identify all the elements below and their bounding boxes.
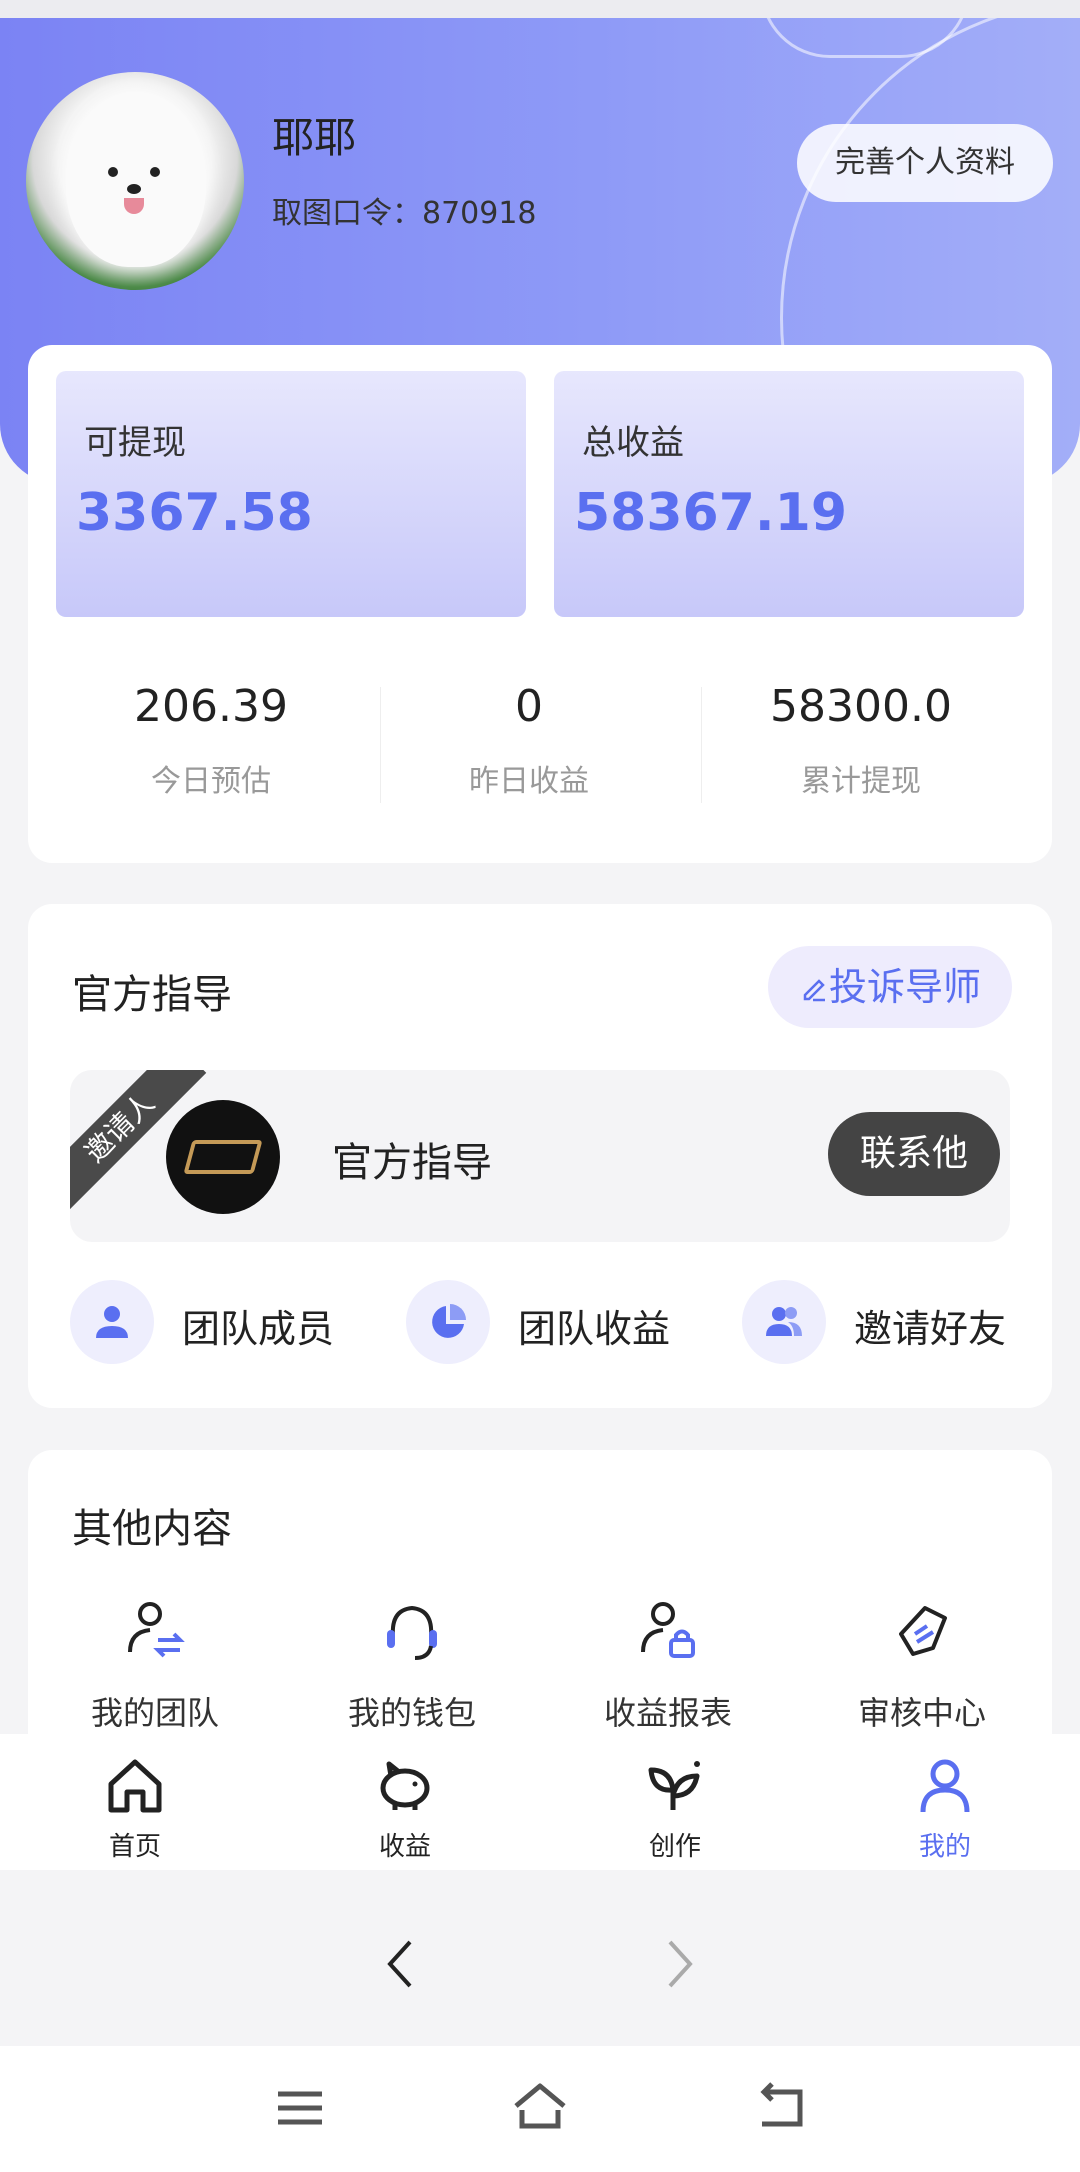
avatar[interactable] — [26, 72, 244, 290]
pie-chart-icon — [406, 1280, 490, 1364]
tab-home[interactable]: 首页 — [65, 1754, 205, 1863]
team-item-label: 团队成员 — [182, 1307, 335, 1351]
mentor-avatar — [166, 1100, 280, 1214]
status-strip — [0, 0, 1080, 18]
browser-navigation — [0, 1870, 1080, 2046]
headset-icon — [387, 1605, 437, 1660]
other-content-card: 其他内容 我的团队 我的钱包 收益报表 审核中心 — [28, 1450, 1052, 1780]
stat-yesterday-earnings: 0 昨日收益 — [369, 681, 689, 800]
sprout-icon — [648, 1761, 700, 1810]
earnings-report-item[interactable]: 收益报表 — [568, 1596, 768, 1734]
piggy-bank-icon — [380, 1761, 430, 1810]
withdrawable-value: 3367.58 — [76, 483, 313, 543]
total-earnings-box[interactable]: 总收益 58367.19 — [554, 371, 1024, 617]
review-center-item[interactable]: 审核中心 — [822, 1596, 1022, 1734]
back-icon[interactable] — [380, 1936, 420, 1992]
bottom-tab-bar: 首页 收益 创作 我的 — [0, 1734, 1080, 1870]
user-lock-icon — [641, 1602, 695, 1658]
user-icon — [920, 1759, 970, 1813]
tab-label: 收益 — [378, 1832, 431, 1862]
contact-mentor-button[interactable]: 联系他 — [828, 1112, 1000, 1196]
team-transfer-icon — [128, 1602, 185, 1658]
total-earnings-label: 总收益 — [582, 423, 684, 463]
mentor-logo-icon — [183, 1140, 263, 1174]
home-nav-icon[interactable] — [510, 2080, 570, 2132]
section-title: 其他内容 — [72, 1506, 232, 1552]
stat-total-withdrawn: 58300.0 累计提现 — [701, 681, 1021, 800]
team-item-label: 邀请好友 — [854, 1307, 1007, 1351]
tab-mine[interactable]: 我的 — [875, 1754, 1015, 1863]
stat-value: 206.39 — [134, 681, 288, 732]
my-wallet-item[interactable]: 我的钱包 — [312, 1596, 512, 1734]
stat-label: 今日预估 — [151, 764, 271, 799]
stat-value: 0 — [515, 681, 543, 732]
stat-today-estimate: 206.39 今日预估 — [51, 681, 371, 800]
mentor-row: 邀请人 官方指导 联系他 — [70, 1070, 1010, 1242]
section-title: 官方指导 — [72, 972, 232, 1018]
complete-profile-button[interactable]: 完善个人资料 — [797, 124, 1053, 202]
app-screen: 耶耶 取图口令：870918 完善个人资料 可提现 3367.58 总收益 58… — [0, 0, 1080, 2172]
tab-label: 创作 — [648, 1832, 701, 1862]
user-name: 耶耶 — [272, 113, 357, 162]
menu-icon[interactable] — [272, 2086, 328, 2130]
edit-icon — [803, 979, 825, 1002]
pickup-code: 取图口令：870918 — [272, 196, 537, 231]
guidance-card: 官方指导 投诉导师 邀请人 官方指导 联系他 团队成员 团队收益 邀请好友 — [28, 904, 1052, 1408]
withdrawable-box[interactable]: 可提现 3367.58 — [56, 371, 526, 617]
earnings-card: 可提现 3367.58 总收益 58367.19 206.39 今日预估 0 昨… — [28, 345, 1052, 863]
tab-earnings[interactable]: 收益 — [335, 1754, 475, 1863]
tab-create[interactable]: 创作 — [605, 1754, 745, 1863]
complain-label: 投诉导师 — [828, 965, 981, 1009]
complain-mentor-button[interactable]: 投诉导师 — [768, 946, 1012, 1028]
system-navigation-bar — [0, 2046, 1080, 2172]
total-earnings-value: 58367.19 — [574, 483, 848, 543]
people-icon — [742, 1280, 826, 1364]
back-nav-icon[interactable] — [752, 2082, 808, 2132]
tag-icon — [899, 1606, 947, 1656]
stat-label: 昨日收益 — [469, 764, 589, 799]
home-icon — [108, 1759, 162, 1813]
mentor-name: 官方指导 — [332, 1140, 492, 1186]
grid-item-label: 审核中心 — [857, 1694, 986, 1732]
my-team-item[interactable]: 我的团队 — [55, 1596, 255, 1734]
person-icon — [70, 1280, 154, 1364]
team-item-label: 团队收益 — [518, 1307, 671, 1351]
grid-item-label: 我的团队 — [90, 1694, 219, 1732]
stat-value: 58300.0 — [770, 681, 952, 732]
withdrawable-label: 可提现 — [84, 423, 186, 463]
tab-label: 首页 — [108, 1832, 161, 1862]
forward-icon[interactable] — [660, 1936, 700, 1992]
stat-label: 累计提现 — [801, 764, 921, 799]
grid-item-label: 收益报表 — [603, 1694, 732, 1732]
tab-label: 我的 — [918, 1832, 971, 1862]
grid-item-label: 我的钱包 — [347, 1694, 476, 1732]
